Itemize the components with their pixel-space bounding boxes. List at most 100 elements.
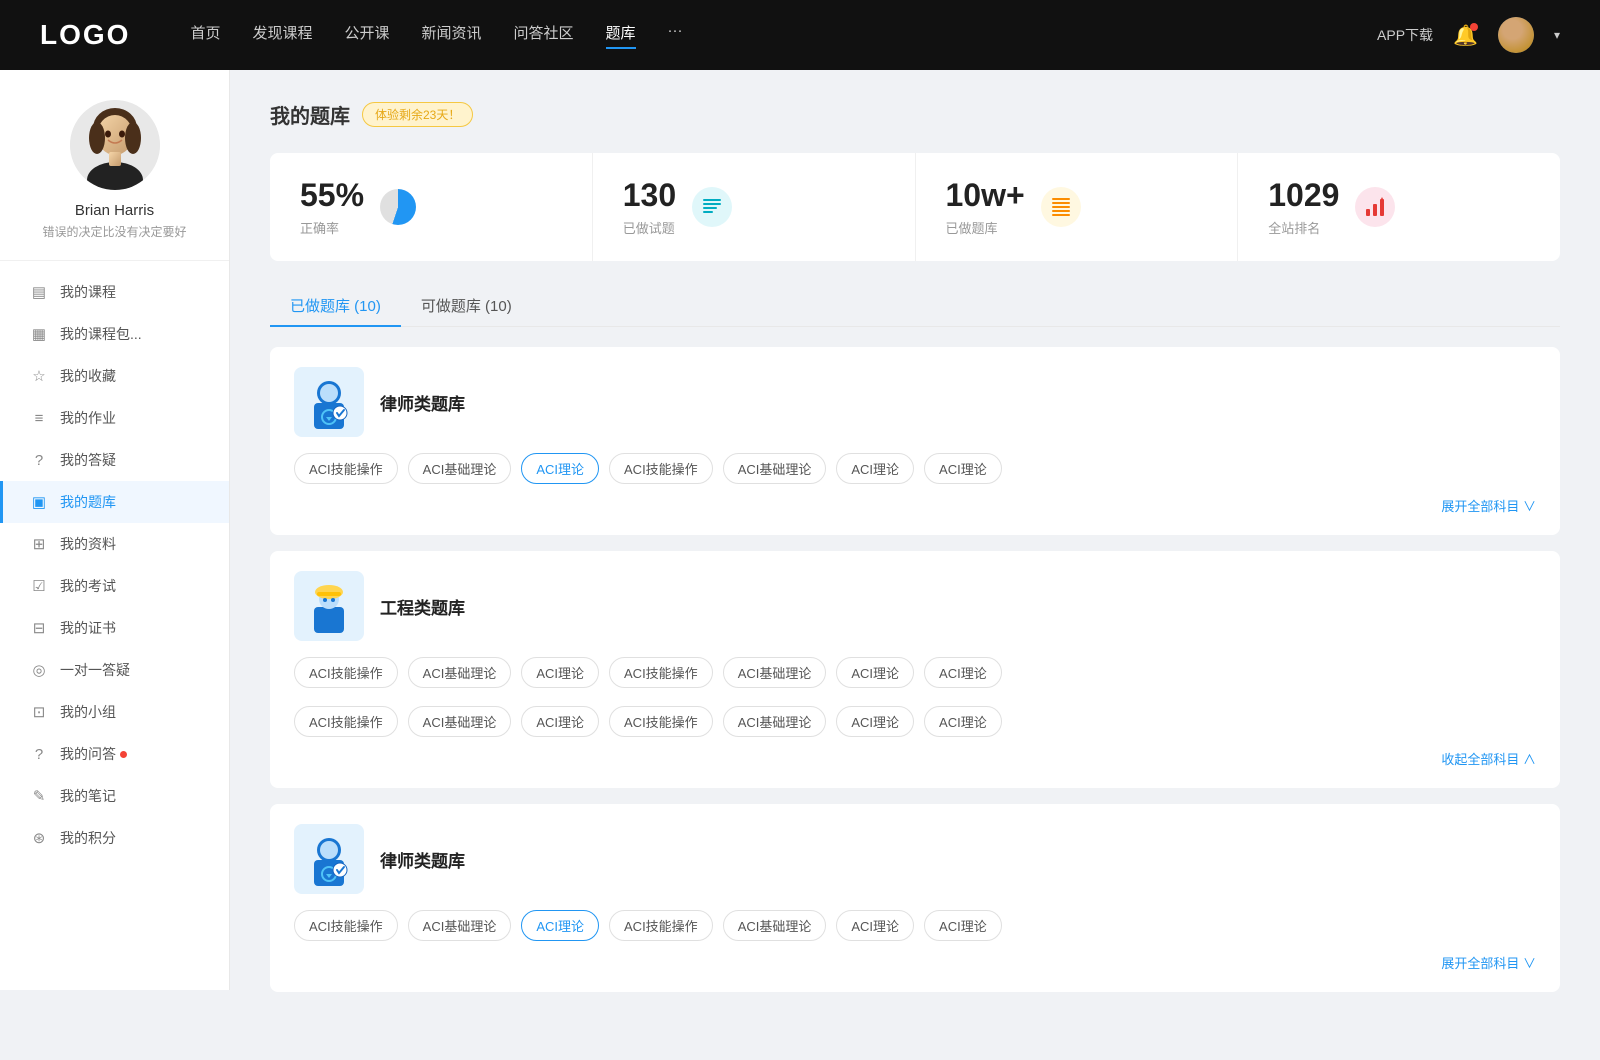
- sidebar-item-13[interactable]: ⊛ 我的积分: [0, 817, 229, 859]
- sidebar-item-0[interactable]: ▤我的课程: [0, 271, 229, 313]
- sidebar-item-11[interactable]: ? 我的问答: [0, 733, 229, 775]
- stat-done-banks-number: 10w+: [946, 177, 1025, 214]
- avatar-image: [1498, 17, 1534, 53]
- sidebar-item-3[interactable]: ≡我的作业: [0, 397, 229, 439]
- sidebar-item-icon-11: ?: [30, 746, 48, 763]
- tag-2-5[interactable]: ACI理论: [836, 910, 914, 941]
- tag-1-1-6[interactable]: ACI理论: [924, 706, 1002, 737]
- notification-dot: [1470, 23, 1478, 31]
- sidebar-item-icon-12: ✎: [30, 787, 48, 805]
- tab-0[interactable]: 已做题库 (10): [270, 285, 401, 326]
- tag-0-5[interactable]: ACI理论: [836, 453, 914, 484]
- sidebar-item-label-13: 我的积分: [60, 828, 116, 848]
- tag-1-1-5[interactable]: ACI理论: [836, 706, 914, 737]
- qbank-footer-1: 收起全部科目 ∧: [294, 749, 1536, 768]
- nav-links: 首页 发现课程 公开课 新闻资讯 问答社区 题库 ···: [190, 22, 1377, 49]
- tag-1-0-4[interactable]: ACI基础理论: [723, 657, 827, 688]
- nav-dot-11: [120, 751, 127, 758]
- tag-1-0-0[interactable]: ACI技能操作: [294, 657, 398, 688]
- tag-2-4[interactable]: ACI基础理论: [723, 910, 827, 941]
- sidebar-item-6[interactable]: ⊞我的资料: [0, 523, 229, 565]
- avatar[interactable]: [1498, 17, 1534, 53]
- tag-0-0[interactable]: ACI技能操作: [294, 453, 398, 484]
- tab-1[interactable]: 可做题库 (10): [401, 285, 532, 326]
- sidebar-item-7[interactable]: ☑我的考试: [0, 565, 229, 607]
- tag-2-0[interactable]: ACI技能操作: [294, 910, 398, 941]
- tag-1-1-0[interactable]: ACI技能操作: [294, 706, 398, 737]
- chevron-down-icon[interactable]: ▾: [1554, 28, 1560, 42]
- qbank-footer-2: 展开全部科目 ∨: [294, 953, 1536, 972]
- sidebar-item-label-12: 我的笔记: [60, 786, 116, 806]
- expand-link-0[interactable]: 展开全部科目 ∨: [1441, 496, 1536, 515]
- tag-0-6[interactable]: ACI理论: [924, 453, 1002, 484]
- nav-link-首页[interactable]: 首页: [190, 22, 220, 49]
- profile-avatar: [70, 100, 160, 190]
- app-download-button[interactable]: APP下载: [1377, 25, 1433, 45]
- sidebar: Brian Harris 错误的决定比没有决定要好 ▤我的课程▦我的课程包...…: [0, 70, 230, 990]
- notification-bell[interactable]: 🔔: [1453, 23, 1478, 48]
- logo[interactable]: LOGO: [40, 19, 130, 51]
- sidebar-item-4[interactable]: ?我的答疑: [0, 439, 229, 481]
- qbank-card-2: 律师类题库 ACI技能操作 ACI基础理论 ACI理论 ACI技能操作 ACI基础理论 AC…: [270, 804, 1560, 992]
- tag-2-3[interactable]: ACI技能操作: [609, 910, 713, 941]
- tag-1-1-4[interactable]: ACI基础理论: [723, 706, 827, 737]
- tag-1-0-6[interactable]: ACI理论: [924, 657, 1002, 688]
- nav-link-发现课程[interactable]: 发现课程: [252, 22, 312, 49]
- tag-1-0-1[interactable]: ACI基础理论: [408, 657, 512, 688]
- rank-icon: [1355, 187, 1395, 227]
- tag-1-0-2[interactable]: ACI理论: [521, 657, 599, 688]
- sidebar-item-icon-9: ◎: [30, 661, 48, 679]
- stat-done-questions: 130 已做试题: [593, 153, 916, 261]
- tag-2-6[interactable]: ACI理论: [924, 910, 1002, 941]
- tag-1-0-3[interactable]: ACI技能操作: [609, 657, 713, 688]
- sidebar-item-label-11: 我的问答: [60, 744, 116, 764]
- nav-link-···[interactable]: ···: [668, 22, 683, 49]
- sidebar-item-9[interactable]: ◎一对一答疑: [0, 649, 229, 691]
- pie-chart-icon: [380, 189, 416, 225]
- page-header: 我的题库 体验剩余23天！: [270, 100, 1560, 129]
- stat-accuracy-label: 正确率: [300, 218, 364, 237]
- sidebar-item-10[interactable]: ⊡我的小组: [0, 691, 229, 733]
- qbank-card-1: 工程类题库 ACI技能操作 ACI基础理论 ACI理论 ACI技能操作 ACI基础理论 AC…: [270, 551, 1560, 788]
- expand-link-2[interactable]: 展开全部科目 ∨: [1441, 953, 1536, 972]
- sidebar-item-icon-2: ☆: [30, 367, 48, 385]
- sidebar-item-12[interactable]: ✎ 我的笔记: [0, 775, 229, 817]
- nav-link-新闻资讯[interactable]: 新闻资讯: [422, 22, 482, 49]
- sidebar-item-label-7: 我的考试: [60, 576, 116, 596]
- qbank-footer-0: 展开全部科目 ∨: [294, 496, 1536, 515]
- sidebar-item-label-5: 我的题库: [60, 492, 116, 512]
- sidebar-item-8[interactable]: ⊟我的证书: [0, 607, 229, 649]
- user-motto: 错误的决定比没有决定要好: [42, 223, 186, 240]
- tag-0-3[interactable]: ACI技能操作: [609, 453, 713, 484]
- nav-link-问答社区[interactable]: 问答社区: [514, 22, 574, 49]
- tag-1-1-1[interactable]: ACI基础理论: [408, 706, 512, 737]
- qbank-name-1: 工程类题库: [380, 594, 465, 619]
- sidebar-item-1[interactable]: ▦我的课程包...: [0, 313, 229, 355]
- tag-0-1[interactable]: ACI基础理论: [408, 453, 512, 484]
- qbank-icon-1: [294, 571, 364, 641]
- collapse-link-1[interactable]: 收起全部科目 ∧: [1441, 749, 1536, 768]
- tag-2-2[interactable]: ACI理论: [521, 910, 599, 941]
- page-wrapper: Brian Harris 错误的决定比没有决定要好 ▤我的课程▦我的课程包...…: [0, 70, 1600, 1038]
- sidebar-item-5[interactable]: ▣我的题库: [0, 481, 229, 523]
- tag-2-1[interactable]: ACI基础理论: [408, 910, 512, 941]
- nav-link-题库[interactable]: 题库: [606, 22, 636, 49]
- tag-1-1-3[interactable]: ACI技能操作: [609, 706, 713, 737]
- stat-done-questions-label: 已做试题: [623, 218, 676, 237]
- nav-link-公开课[interactable]: 公开课: [344, 22, 389, 49]
- sidebar-item-2[interactable]: ☆我的收藏: [0, 355, 229, 397]
- tag-1-1-2[interactable]: ACI理论: [521, 706, 599, 737]
- sidebar-profile: Brian Harris 错误的决定比没有决定要好: [0, 100, 229, 261]
- stats-row: 55% 正确率 130 已做试题 10w+ 已做题库: [270, 153, 1560, 261]
- navbar: LOGO 首页 发现课程 公开课 新闻资讯 问答社区 题库 ··· APP下载 🔔 ▾: [0, 0, 1600, 70]
- qbank-header-2: 律师类题库: [294, 824, 1536, 894]
- tag-1-0-5[interactable]: ACI理论: [836, 657, 914, 688]
- qbank-name-0: 律师类题库: [380, 390, 465, 415]
- sidebar-item-label-6: 我的资料: [60, 534, 116, 554]
- tag-0-4[interactable]: ACI基础理论: [723, 453, 827, 484]
- stat-accuracy: 55% 正确率: [270, 153, 593, 261]
- sidebar-item-label-0: 我的课程: [60, 282, 116, 302]
- tag-0-2[interactable]: ACI理论: [521, 453, 599, 484]
- trial-badge: 体验剩余23天！: [362, 102, 473, 127]
- sidebar-item-icon-13: ⊛: [30, 829, 48, 847]
